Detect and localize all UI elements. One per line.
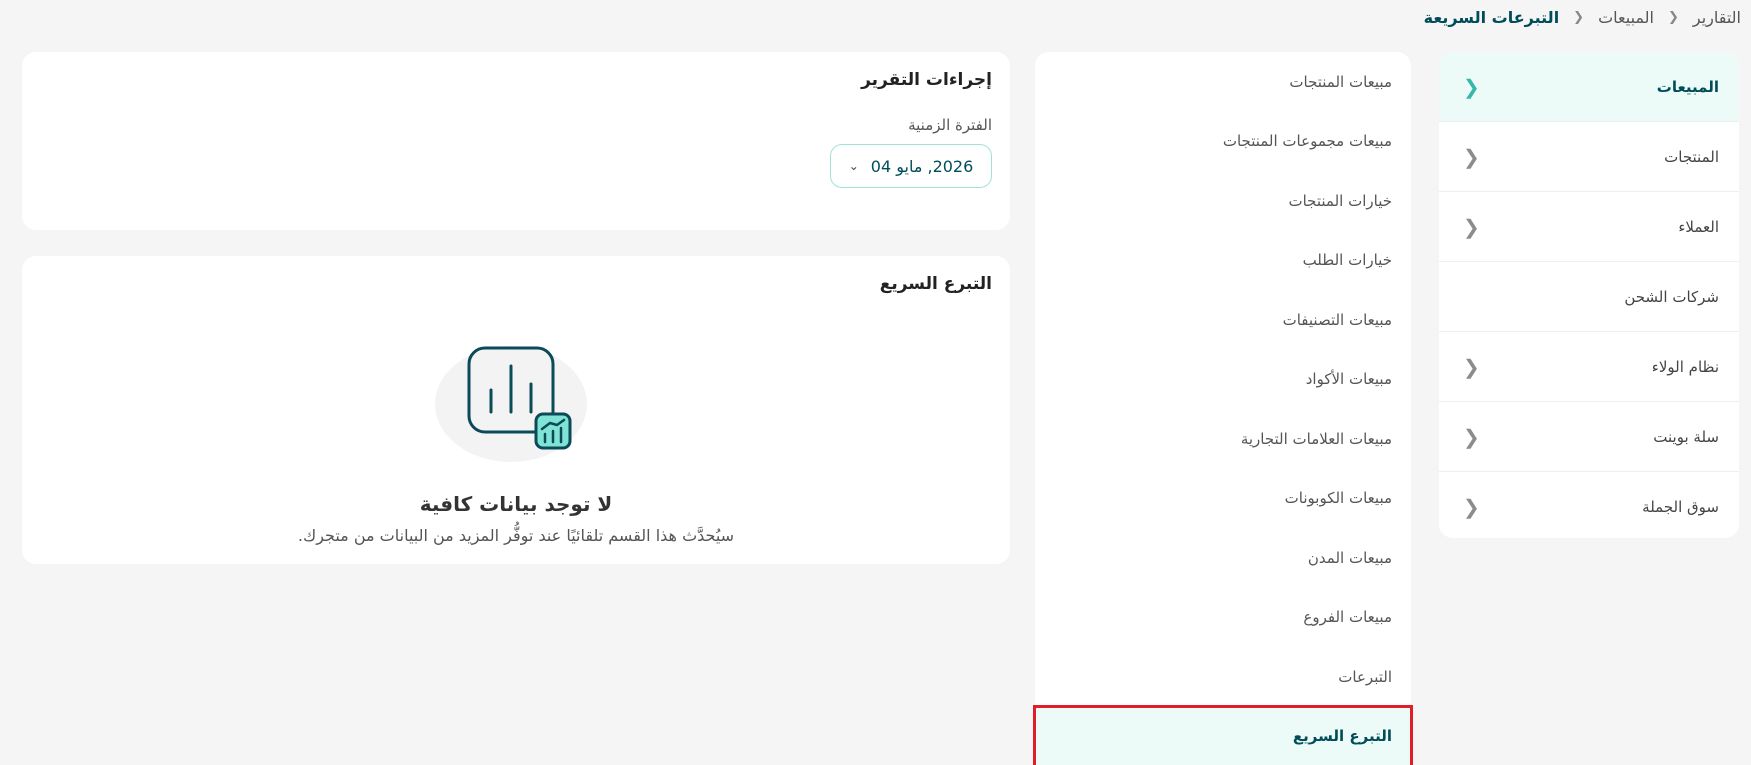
category-label: المنتجات	[1664, 147, 1719, 166]
empty-state-title: لا توجد بيانات كافية	[419, 492, 613, 516]
category-loyalty[interactable]: نظام الولاء ❮	[1439, 332, 1739, 402]
category-salla-point[interactable]: سلة بوينت ❮	[1439, 402, 1739, 472]
submenu-item-quick-donation[interactable]: التبرع السريع	[1033, 704, 1413, 765]
submenu-item[interactable]: مبيعات الأكواد	[1035, 350, 1411, 410]
chevron-left-icon: ❮	[1463, 495, 1480, 519]
quick-donation-card: التبرع السريع لا توجد بيانات كافية سيُحد…	[22, 256, 1010, 564]
report-actions-title: إجراءات التقرير	[861, 70, 992, 90]
chevron-left-icon: ❮	[1463, 214, 1480, 239]
category-wholesale[interactable]: سوق الجملة ❮	[1439, 472, 1739, 538]
category-products[interactable]: المنتجات ❮	[1439, 122, 1739, 192]
category-label: نظام الولاء	[1651, 357, 1719, 376]
chevron-left-icon: ❮	[1463, 144, 1480, 169]
submenu-item[interactable]: خيارات الطلب	[1035, 231, 1411, 291]
submenu-item[interactable]: مبيعات التصنيفات	[1035, 290, 1411, 350]
report-categories: المبيعات ❮ المنتجات ❮ العملاء ❮ شركات ال…	[1439, 52, 1739, 538]
category-customers[interactable]: العملاء ❮	[1439, 192, 1739, 262]
category-label: المبيعات	[1656, 77, 1719, 96]
breadcrumb-current: التبرعات السريعة	[1423, 8, 1560, 27]
breadcrumb: التقارير ❮ المبيعات ❮ التبرعات السريعة	[1424, 8, 1741, 27]
breadcrumb-sales[interactable]: المبيعات	[1598, 8, 1654, 27]
submenu-item[interactable]: مبيعات مجموعات المنتجات	[1035, 112, 1411, 172]
chevron-left-icon: ❮	[1463, 354, 1480, 379]
category-shipping[interactable]: شركات الشحن	[1439, 262, 1739, 332]
report-actions-card: إجراءات التقرير الفترة الزمنية 2026, ماي…	[22, 52, 1010, 230]
submenu-item[interactable]: مبيعات الكوبونات	[1035, 469, 1411, 529]
submenu-item[interactable]: التبرعات	[1035, 647, 1411, 707]
submenu-item[interactable]: مبيعات المدن	[1035, 528, 1411, 588]
chevron-down-icon: ⌄	[848, 159, 859, 173]
period-select[interactable]: 2026, مايو 04 ⌄	[830, 144, 992, 188]
sales-submenu: مبيعات المنتجات مبيعات مجموعات المنتجات …	[1033, 52, 1413, 765]
chevron-left-icon: ❮	[1573, 10, 1585, 25]
category-label: سلة بوينت	[1653, 427, 1719, 446]
quick-donation-title: التبرع السريع	[879, 274, 992, 294]
category-label: العملاء	[1678, 217, 1719, 236]
submenu-item[interactable]: مبيعات الفروع	[1035, 588, 1411, 648]
submenu-item[interactable]: خيارات المنتجات	[1035, 171, 1411, 231]
submenu-item[interactable]: مبيعات العلامات التجارية	[1035, 409, 1411, 469]
empty-state-subtitle: سيُحدَّث هذا القسم تلقائيًا عند توفُّر ا…	[297, 526, 735, 545]
breadcrumb-reports[interactable]: التقارير	[1693, 8, 1741, 27]
chart-empty-icon	[435, 346, 587, 462]
period-value: 2026, مايو 04	[870, 156, 974, 176]
page: التقارير ❮ المبيعات ❮ التبرعات السريعة ا…	[0, 0, 1751, 765]
category-label: سوق الجملة	[1642, 498, 1719, 516]
category-label: شركات الشحن	[1624, 287, 1719, 306]
period-label: الفترة الزمنية	[908, 116, 992, 134]
empty-state: لا توجد بيانات كافية سيُحدَّث هذا القسم …	[22, 342, 1010, 545]
chevron-left-icon: ❮	[1667, 10, 1679, 25]
category-sales[interactable]: المبيعات ❮	[1439, 52, 1739, 122]
chevron-left-icon: ❮	[1463, 424, 1480, 449]
submenu-item[interactable]: مبيعات المنتجات	[1035, 52, 1411, 112]
chevron-left-icon: ❮	[1463, 74, 1480, 99]
